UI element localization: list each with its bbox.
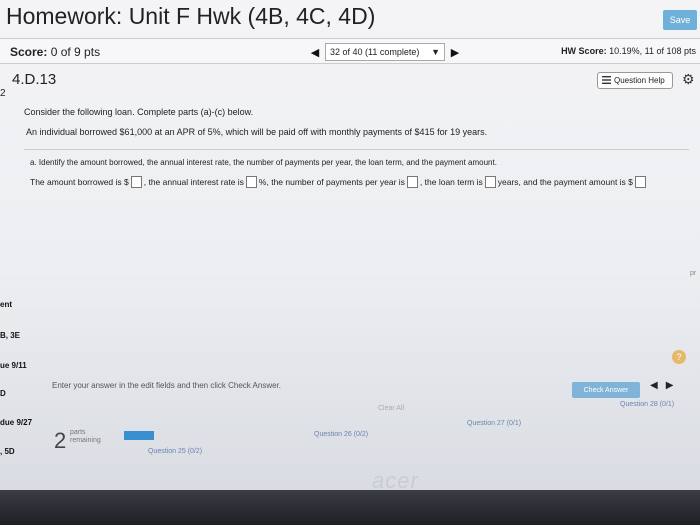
answer-text-2: , the annual interest rate is bbox=[143, 177, 244, 187]
question-navigator: ◀ 32 of 40 (11 complete) ▼ ▶ bbox=[305, 43, 465, 61]
homework-title: Homework: Unit F Hwk (4B, 4C, 4D) bbox=[6, 3, 376, 29]
question-id: 4.D.13 bbox=[12, 71, 57, 88]
brand-logo: acer bbox=[372, 468, 419, 490]
chevron-down-icon: ▼ bbox=[431, 47, 440, 57]
question-tab[interactable]: Question 25 (0/2) bbox=[148, 448, 202, 455]
answer-text-1: The amount borrowed is $ bbox=[30, 177, 129, 187]
answer-instructions: Enter your answer in the edit fields and… bbox=[52, 381, 282, 390]
part-a-answer-line: The amount borrowed is $ , the annual in… bbox=[30, 176, 648, 188]
question-header: 4.D.13 Question Help ⚙ bbox=[0, 64, 700, 92]
sidebar-fragment: D bbox=[0, 389, 6, 398]
sidebar-fragment: ent bbox=[0, 300, 12, 309]
info-icon[interactable]: ? bbox=[672, 350, 686, 364]
progress-bar bbox=[124, 431, 154, 440]
side-question-number: 2 bbox=[0, 88, 6, 99]
pager-next-icon[interactable]: ▶ bbox=[666, 380, 674, 391]
next-question-button[interactable]: ▶ bbox=[445, 43, 465, 61]
sidebar-fragment: B, 3E bbox=[0, 331, 21, 340]
score-bar: Score: 0 of 9 pts ◀ 32 of 40 (11 complet… bbox=[0, 38, 700, 64]
score-label: Score: bbox=[10, 45, 48, 59]
question-tab[interactable]: Question 26 (0/2) bbox=[314, 431, 368, 438]
parts-remaining-count: 2 bbox=[54, 428, 67, 453]
amount-borrowed-input[interactable] bbox=[130, 176, 142, 188]
question-tab[interactable]: Question 28 (0/1) bbox=[620, 401, 674, 408]
part-a-prompt: a. Identify the amount borrowed, the ann… bbox=[30, 158, 497, 167]
prev-question-button[interactable]: ◀ bbox=[305, 43, 325, 61]
question-help-label: Question Help bbox=[614, 76, 665, 85]
sidebar-fragment: , 5D bbox=[0, 447, 15, 456]
question-intro: Consider the following loan. Complete pa… bbox=[24, 107, 254, 117]
hw-score-value: 10.19%, 11 of 108 pts bbox=[609, 46, 696, 56]
monitor-bezel bbox=[0, 490, 700, 525]
answer-text-5: years, and the payment amount is $ bbox=[497, 177, 633, 187]
sidebar-fragment: ue 9/11 bbox=[0, 361, 27, 370]
hw-score-display: HW Score: 10.19%, 11 of 108 pts bbox=[561, 46, 696, 56]
question-selector[interactable]: 32 of 40 (11 complete) ▼ bbox=[325, 43, 445, 61]
score-display: Score: 0 of 9 pts bbox=[10, 45, 100, 59]
parts-label-line: parts bbox=[70, 429, 86, 436]
part-a-box: a. Identify the amount borrowed, the ann… bbox=[24, 149, 689, 197]
parts-remaining-label: parts remaining bbox=[70, 429, 101, 445]
question-pager: ◀ ▶ bbox=[650, 380, 673, 391]
interest-rate-input[interactable] bbox=[245, 176, 257, 188]
answer-text-3: %, the number of payments per year is bbox=[258, 177, 405, 187]
loan-description: An individual borrowed $61,000 at an APR… bbox=[26, 127, 488, 137]
question-selector-value: 32 of 40 (11 complete) bbox=[330, 47, 420, 57]
answer-text-4: , the loan term is bbox=[419, 177, 483, 187]
pager-prev-icon[interactable]: ◀ bbox=[650, 380, 658, 391]
parts-label-line: remaining bbox=[70, 437, 101, 444]
question-help-button[interactable]: Question Help bbox=[597, 72, 673, 89]
check-answer-button[interactable]: Check Answer bbox=[572, 382, 640, 398]
payments-per-year-input[interactable] bbox=[406, 176, 418, 188]
payment-amount-input[interactable] bbox=[634, 176, 646, 188]
score-value: 0 of 9 pts bbox=[50, 45, 101, 59]
save-button[interactable]: Save bbox=[663, 10, 697, 30]
hw-score-label: HW Score: bbox=[561, 46, 607, 56]
browser-screen: Homework: Unit F Hwk (4B, 4C, 4D) Save S… bbox=[0, 0, 700, 490]
gear-icon[interactable]: ⚙ bbox=[682, 71, 695, 88]
sidebar-fragment: due 9/27 bbox=[0, 418, 33, 427]
clear-all-button[interactable]: Clear All bbox=[378, 405, 404, 412]
list-icon bbox=[602, 75, 611, 86]
corner-text: pr bbox=[690, 270, 697, 277]
loan-term-input[interactable] bbox=[484, 176, 496, 188]
question-tab[interactable]: Question 27 (0/1) bbox=[467, 420, 521, 427]
